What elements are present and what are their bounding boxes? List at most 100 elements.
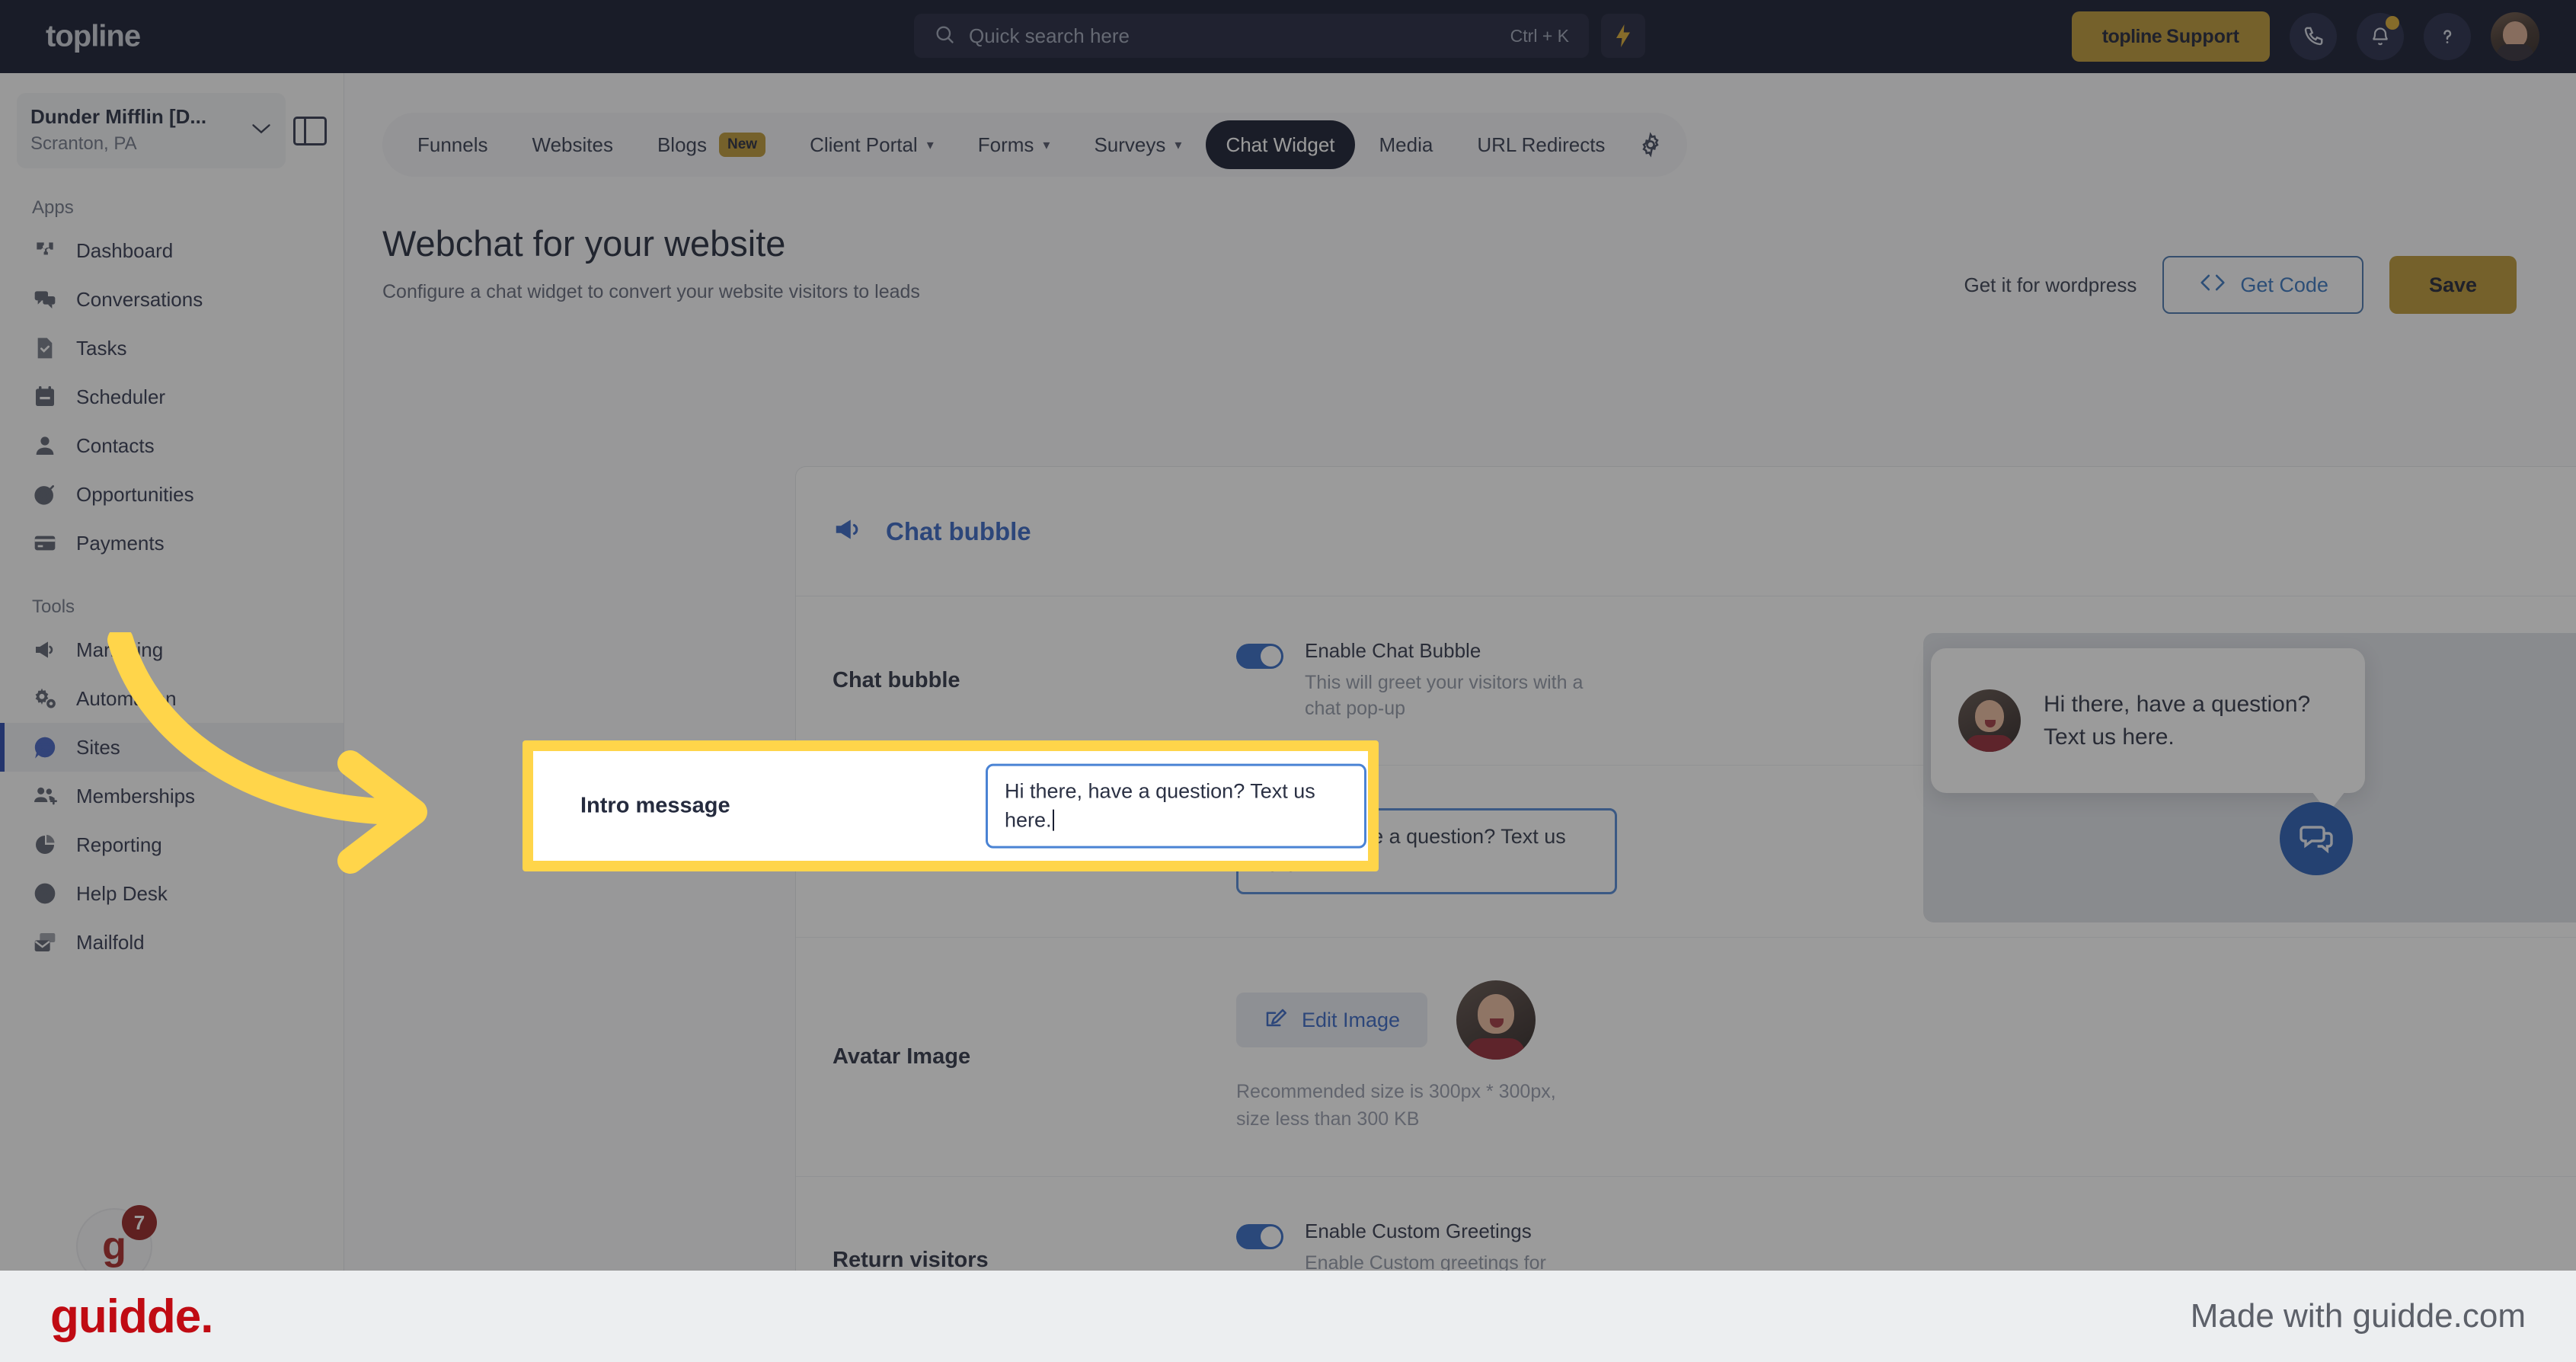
- save-label: Save: [2428, 273, 2477, 296]
- sidebar-item-label: Dashboard: [76, 238, 174, 262]
- code-brackets-icon: [2197, 273, 2228, 298]
- sidebar-item-label: Mailfold: [76, 930, 145, 954]
- chevron-down-icon: ▾: [1175, 136, 1182, 152]
- avatar-preview: [1456, 980, 1536, 1060]
- sidebar-item-mailfold[interactable]: Mailfold: [0, 918, 344, 967]
- sidebar-section-tools-label: Tools: [32, 596, 75, 617]
- tab-label: Surveys: [1094, 133, 1166, 156]
- tab-blogs[interactable]: Blogs New: [638, 120, 785, 169]
- sidebar-item-opportunities[interactable]: Opportunities: [0, 470, 344, 519]
- row-label: Return visitors: [833, 1248, 989, 1273]
- row-avatar-image: Avatar Image Edit Image Recommended size…: [796, 938, 2576, 1177]
- get-code-button[interactable]: Get Code: [2162, 256, 2363, 314]
- calendar-icon: [32, 384, 58, 410]
- highlight-inner: Intro message Hi there, have a question?…: [533, 751, 1368, 861]
- card-title: Chat bubble: [886, 516, 1031, 545]
- user-avatar[interactable]: [2491, 12, 2539, 61]
- chat-bubble-card: Chat bubble Chat bubble Enable Chat Bubb…: [795, 466, 2576, 1346]
- sidebar-item-label: Opportunities: [76, 482, 194, 506]
- tab-websites[interactable]: Websites: [513, 120, 633, 169]
- app-root: topline Quick search here Ctrl + K topli…: [0, 0, 2576, 1362]
- intro-message-textarea[interactable]: Hi there, have a question? Text us here.: [986, 763, 1366, 849]
- tab-client-portal[interactable]: Client Portal ▾: [790, 120, 954, 169]
- globe-rocket-icon: [32, 734, 58, 760]
- global-search-area: Quick search here Ctrl + K: [914, 14, 1645, 58]
- main-content: Funnels Websites Blogs New Client Portal…: [344, 73, 2576, 1346]
- sidebar-item-label: Payments: [76, 531, 165, 555]
- wordpress-link[interactable]: Get it for wordpress: [1964, 273, 2137, 297]
- row-label: Avatar Image: [833, 1044, 971, 1069]
- sidebar-item-label: Help Desk: [76, 881, 168, 905]
- support-brand-label: topline: [2101, 25, 2162, 47]
- sidebar-item-label: Conversations: [76, 287, 203, 311]
- topline-support-button[interactable]: topline Support: [2071, 11, 2270, 62]
- tab-surveys[interactable]: Surveys ▾: [1074, 120, 1201, 169]
- guidde-logo: guidde.: [50, 1290, 213, 1343]
- edit-image-button[interactable]: Edit Image: [1236, 993, 1428, 1048]
- search-shortcut: Ctrl + K: [1510, 25, 1569, 46]
- topline-logo[interactable]: topline: [46, 20, 141, 54]
- agent-avatar: [1958, 689, 2021, 752]
- gear-icon[interactable]: [1629, 132, 1672, 158]
- location-switcher-row: Dunder Mifflin [D... Scranton, PA: [0, 93, 344, 168]
- target-icon: [32, 481, 58, 507]
- sidebar-panel-icon[interactable]: [293, 116, 327, 145]
- search-placeholder: Quick search here: [969, 24, 1130, 47]
- sidebar-item-scheduler[interactable]: Scheduler: [0, 372, 344, 421]
- tab-label: Websites: [532, 133, 613, 156]
- get-code-label: Get Code: [2240, 273, 2328, 296]
- sidebar-item-conversations[interactable]: Conversations: [0, 275, 344, 324]
- bell-icon[interactable]: [2357, 13, 2404, 60]
- chevron-down-icon: ▾: [1043, 136, 1050, 152]
- enable-chat-bubble-toggle[interactable]: [1236, 644, 1283, 669]
- tab-url-redirects[interactable]: URL Redirects: [1457, 120, 1625, 169]
- tab-label: Chat Widget: [1226, 133, 1335, 156]
- megaphone-icon: [833, 515, 861, 548]
- sidebar-item-contacts[interactable]: Contacts: [0, 421, 344, 470]
- sidebar-item-dashboard[interactable]: Dashboard: [0, 226, 344, 275]
- tab-label: URL Redirects: [1477, 133, 1606, 156]
- tab-forms[interactable]: Forms ▾: [958, 120, 1070, 169]
- edit-pencil-icon: [1264, 1006, 1286, 1034]
- page-header: Webchat for your website Configure a cha…: [382, 222, 920, 303]
- puzzle-icon: [32, 238, 58, 264]
- sidebar-item-label: Tasks: [76, 336, 127, 360]
- tab-label: Forms: [977, 133, 1034, 156]
- tab-label: Blogs: [657, 133, 707, 156]
- card-header[interactable]: Chat bubble: [796, 467, 2576, 596]
- question-mark-icon[interactable]: [2424, 13, 2471, 60]
- notification-badge-dot: [2386, 16, 2399, 30]
- location-name: Dunder Mifflin [D...: [30, 105, 207, 128]
- avatar-size-hint: Recommended size is 300px * 300px, size …: [1236, 1081, 1556, 1130]
- lightning-bolt-icon[interactable]: [1601, 14, 1645, 58]
- tab-chat-widget[interactable]: Chat Widget: [1206, 120, 1355, 169]
- made-with-guidde-label: Made with guidde.com: [2190, 1297, 2526, 1335]
- enable-custom-greetings-toggle[interactable]: [1236, 1223, 1283, 1249]
- credit-card-icon: [32, 530, 58, 556]
- page-title: Webchat for your website: [382, 223, 786, 264]
- save-button[interactable]: Save: [2389, 256, 2517, 314]
- control-desc: This will greet your visitors with a cha…: [1305, 672, 1584, 719]
- sidebar-item-tasks[interactable]: Tasks: [0, 324, 344, 372]
- page-subtitle: Configure a chat widget to convert your …: [382, 281, 920, 302]
- person-icon: [32, 433, 58, 459]
- sidebar-item-label: Contacts: [76, 433, 155, 457]
- location-sub: Scranton, PA: [30, 133, 137, 154]
- annotation-arrow: [107, 632, 427, 874]
- text-cursor: [1052, 810, 1054, 831]
- tab-label: Funnels: [417, 133, 488, 156]
- phone-icon[interactable]: [2290, 13, 2337, 60]
- guidde-footer: guidde. Made with guidde.com: [0, 1271, 2576, 1362]
- tab-funnels[interactable]: Funnels: [398, 120, 508, 169]
- control-title: Enable Custom Greetings: [1305, 1219, 1532, 1242]
- row-control: Edit Image Recommended size is 300px * 3…: [1236, 980, 2576, 1133]
- section-tabs: Funnels Websites Blogs New Client Portal…: [382, 113, 1688, 177]
- sidebar-item-payments[interactable]: Payments: [0, 519, 344, 568]
- search-input[interactable]: Quick search here Ctrl + K: [914, 14, 1589, 58]
- sidebar-section-apps-label: Apps: [32, 197, 74, 218]
- tab-media[interactable]: Media: [1360, 120, 1453, 169]
- location-switcher[interactable]: Dunder Mifflin [D... Scranton, PA: [17, 93, 286, 168]
- help-circle-icon: [32, 881, 58, 906]
- top-bar: topline Quick search here Ctrl + K topli…: [0, 0, 2576, 73]
- support-text-label: Support: [2166, 25, 2239, 47]
